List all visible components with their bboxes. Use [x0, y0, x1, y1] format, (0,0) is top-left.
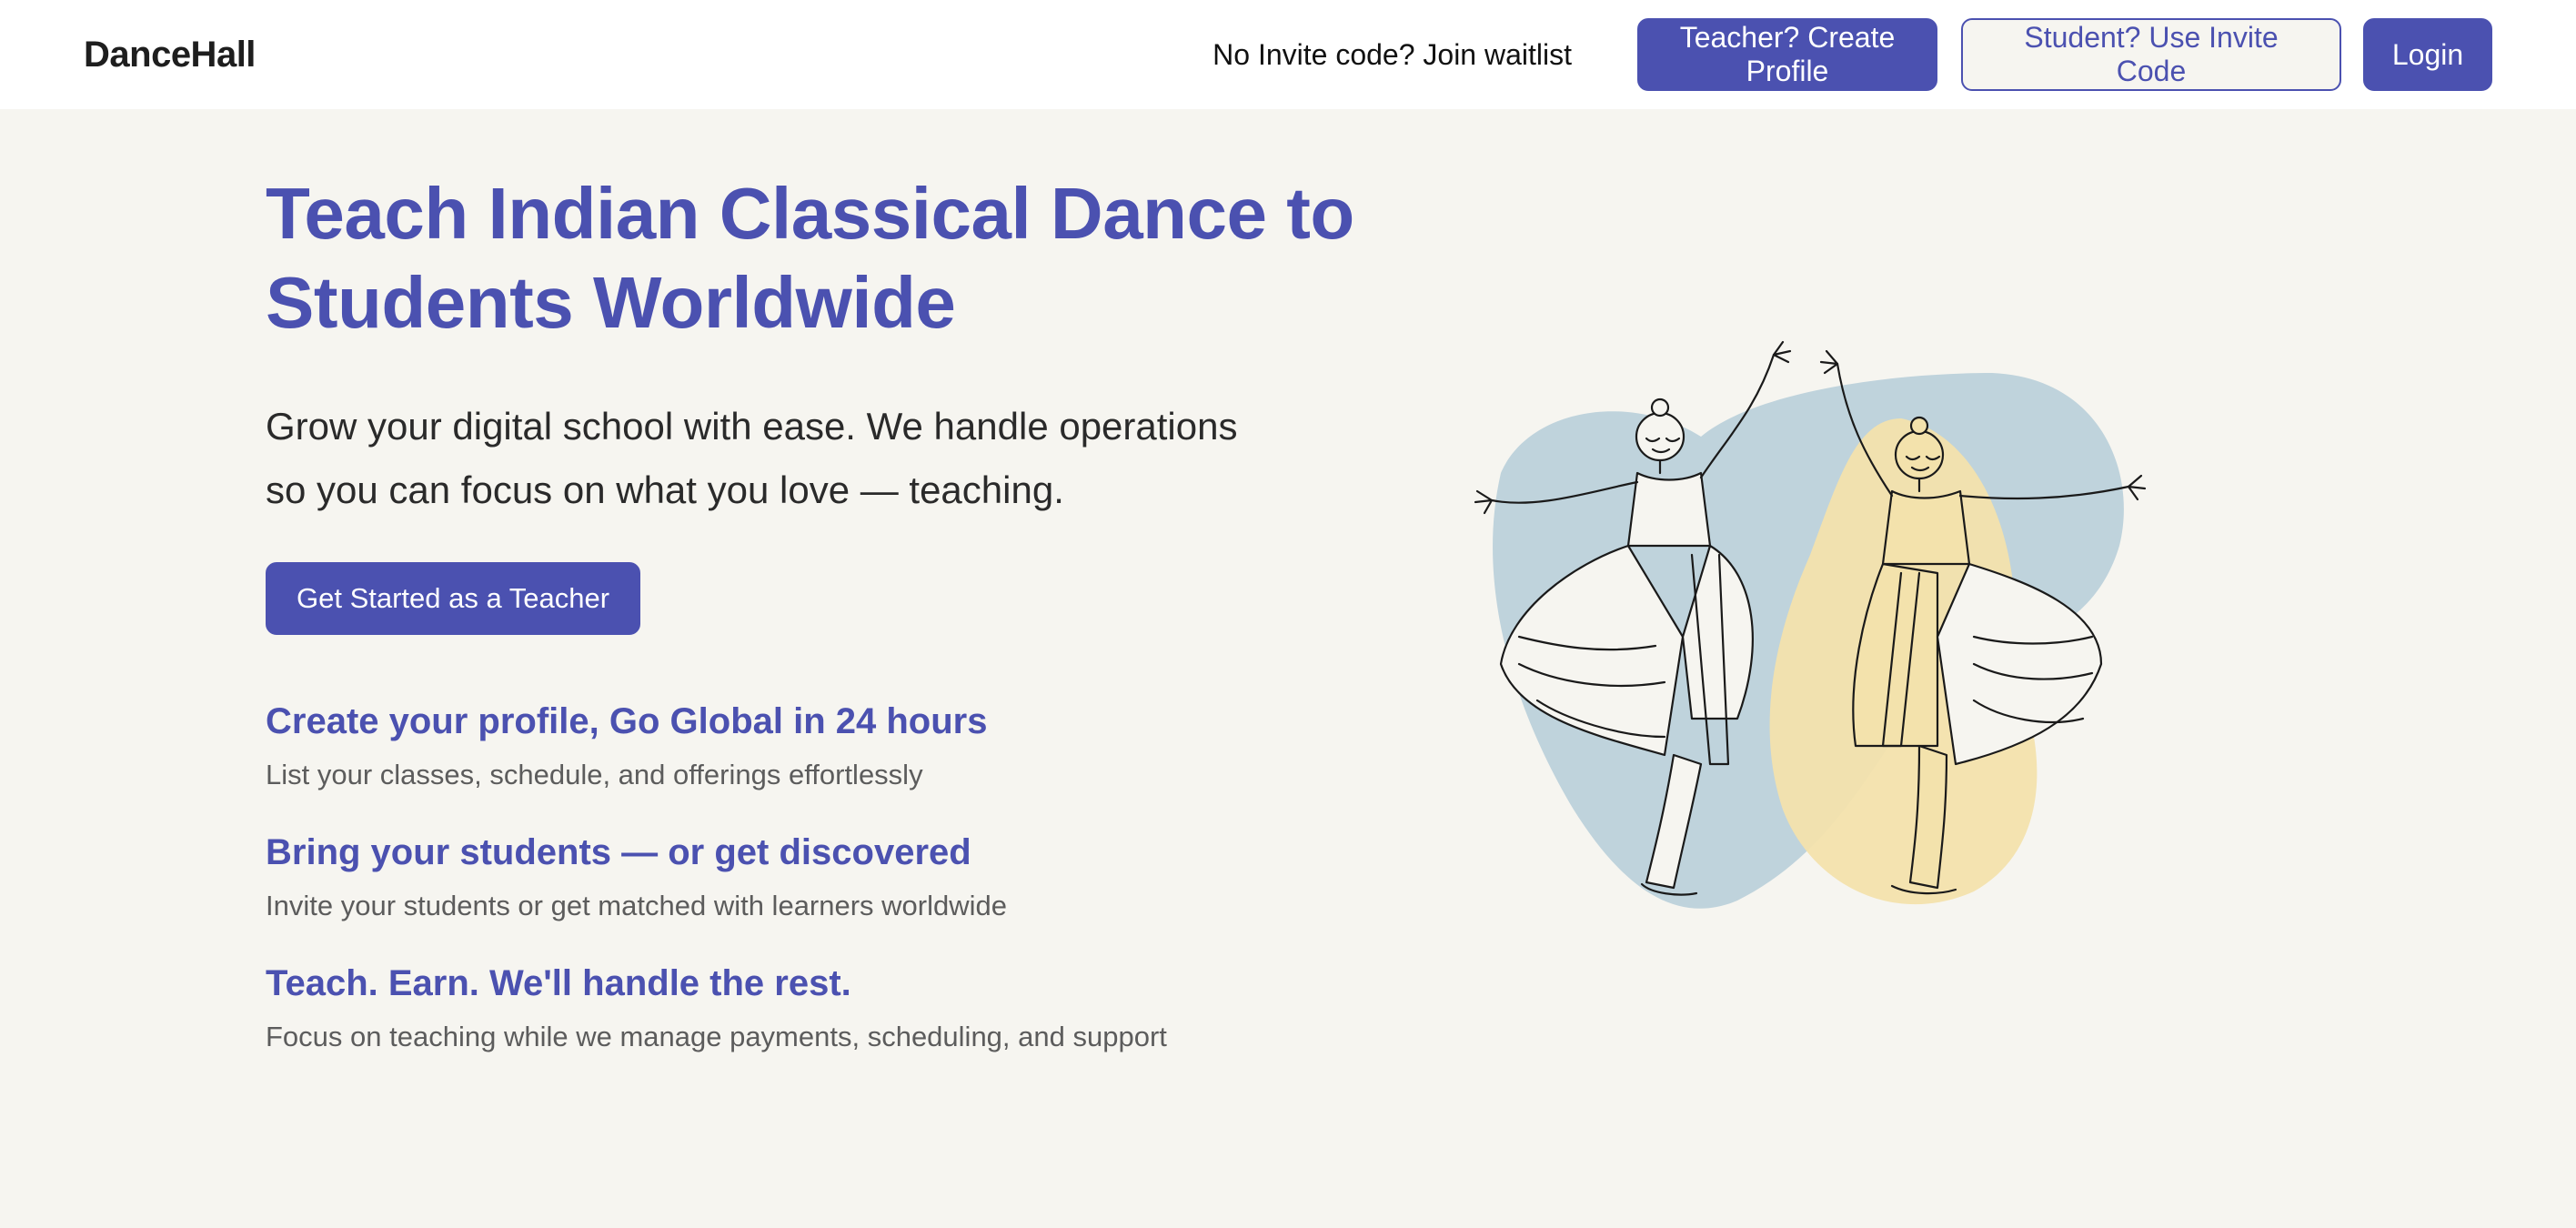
hero-content: Teach Indian Classical Dance to Students… — [266, 169, 1357, 1092]
feature-description: Focus on teaching while we manage paymen… — [266, 1021, 1167, 1052]
logo[interactable]: DanceHall — [84, 35, 256, 75]
feature-title: Bring your students — or get discovered — [266, 832, 971, 872]
dancers-illustration-icon — [1474, 340, 2147, 909]
feature-item: Bring your students — or get discovered … — [266, 830, 1357, 924]
hero-section: Teach Indian Classical Dance to Students… — [0, 109, 2576, 1228]
hero-subtitle-line-1: Grow your digital school with ease. We h… — [266, 405, 1238, 448]
feature-title: Teach. Earn. We'll handle the rest. — [266, 963, 851, 1003]
get-started-teacher-button[interactable]: Get Started as a Teacher — [266, 562, 641, 635]
feature-description: Invite your students or get matched with… — [266, 890, 1008, 921]
nav-actions: No Invite code? Join waitlist Teacher? C… — [1213, 18, 2492, 91]
feature-item: Create your profile, Go Global in 24 hou… — [266, 699, 1357, 793]
hero-title-line-2: Students Worldwide — [266, 262, 956, 343]
student-invite-code-button[interactable]: Student? Use Invite Code — [1961, 18, 2341, 91]
teacher-create-profile-button[interactable]: Teacher? Create Profile — [1637, 18, 1937, 91]
top-navbar: DanceHall No Invite code? Join waitlist … — [0, 0, 2576, 109]
feature-title: Create your profile, Go Global in 24 hou… — [266, 701, 988, 741]
feature-item: Teach. Earn. We'll handle the rest. Focu… — [266, 961, 1357, 1055]
hero-title: Teach Indian Classical Dance to Students… — [266, 169, 1357, 347]
hero-subtitle: Grow your digital school with ease. We h… — [266, 395, 1303, 522]
dancers-illustration — [1464, 337, 2156, 919]
feature-description: List your classes, schedule, and offerin… — [266, 759, 923, 790]
login-button[interactable]: Login — [2363, 18, 2492, 91]
join-waitlist-link[interactable]: No Invite code? Join waitlist — [1213, 38, 1572, 72]
hero-subtitle-line-2: so you can focus on what you love — teac… — [266, 468, 1064, 511]
feature-list: Create your profile, Go Global in 24 hou… — [266, 699, 1357, 1055]
hero-title-line-1: Teach Indian Classical Dance to — [266, 173, 1354, 254]
